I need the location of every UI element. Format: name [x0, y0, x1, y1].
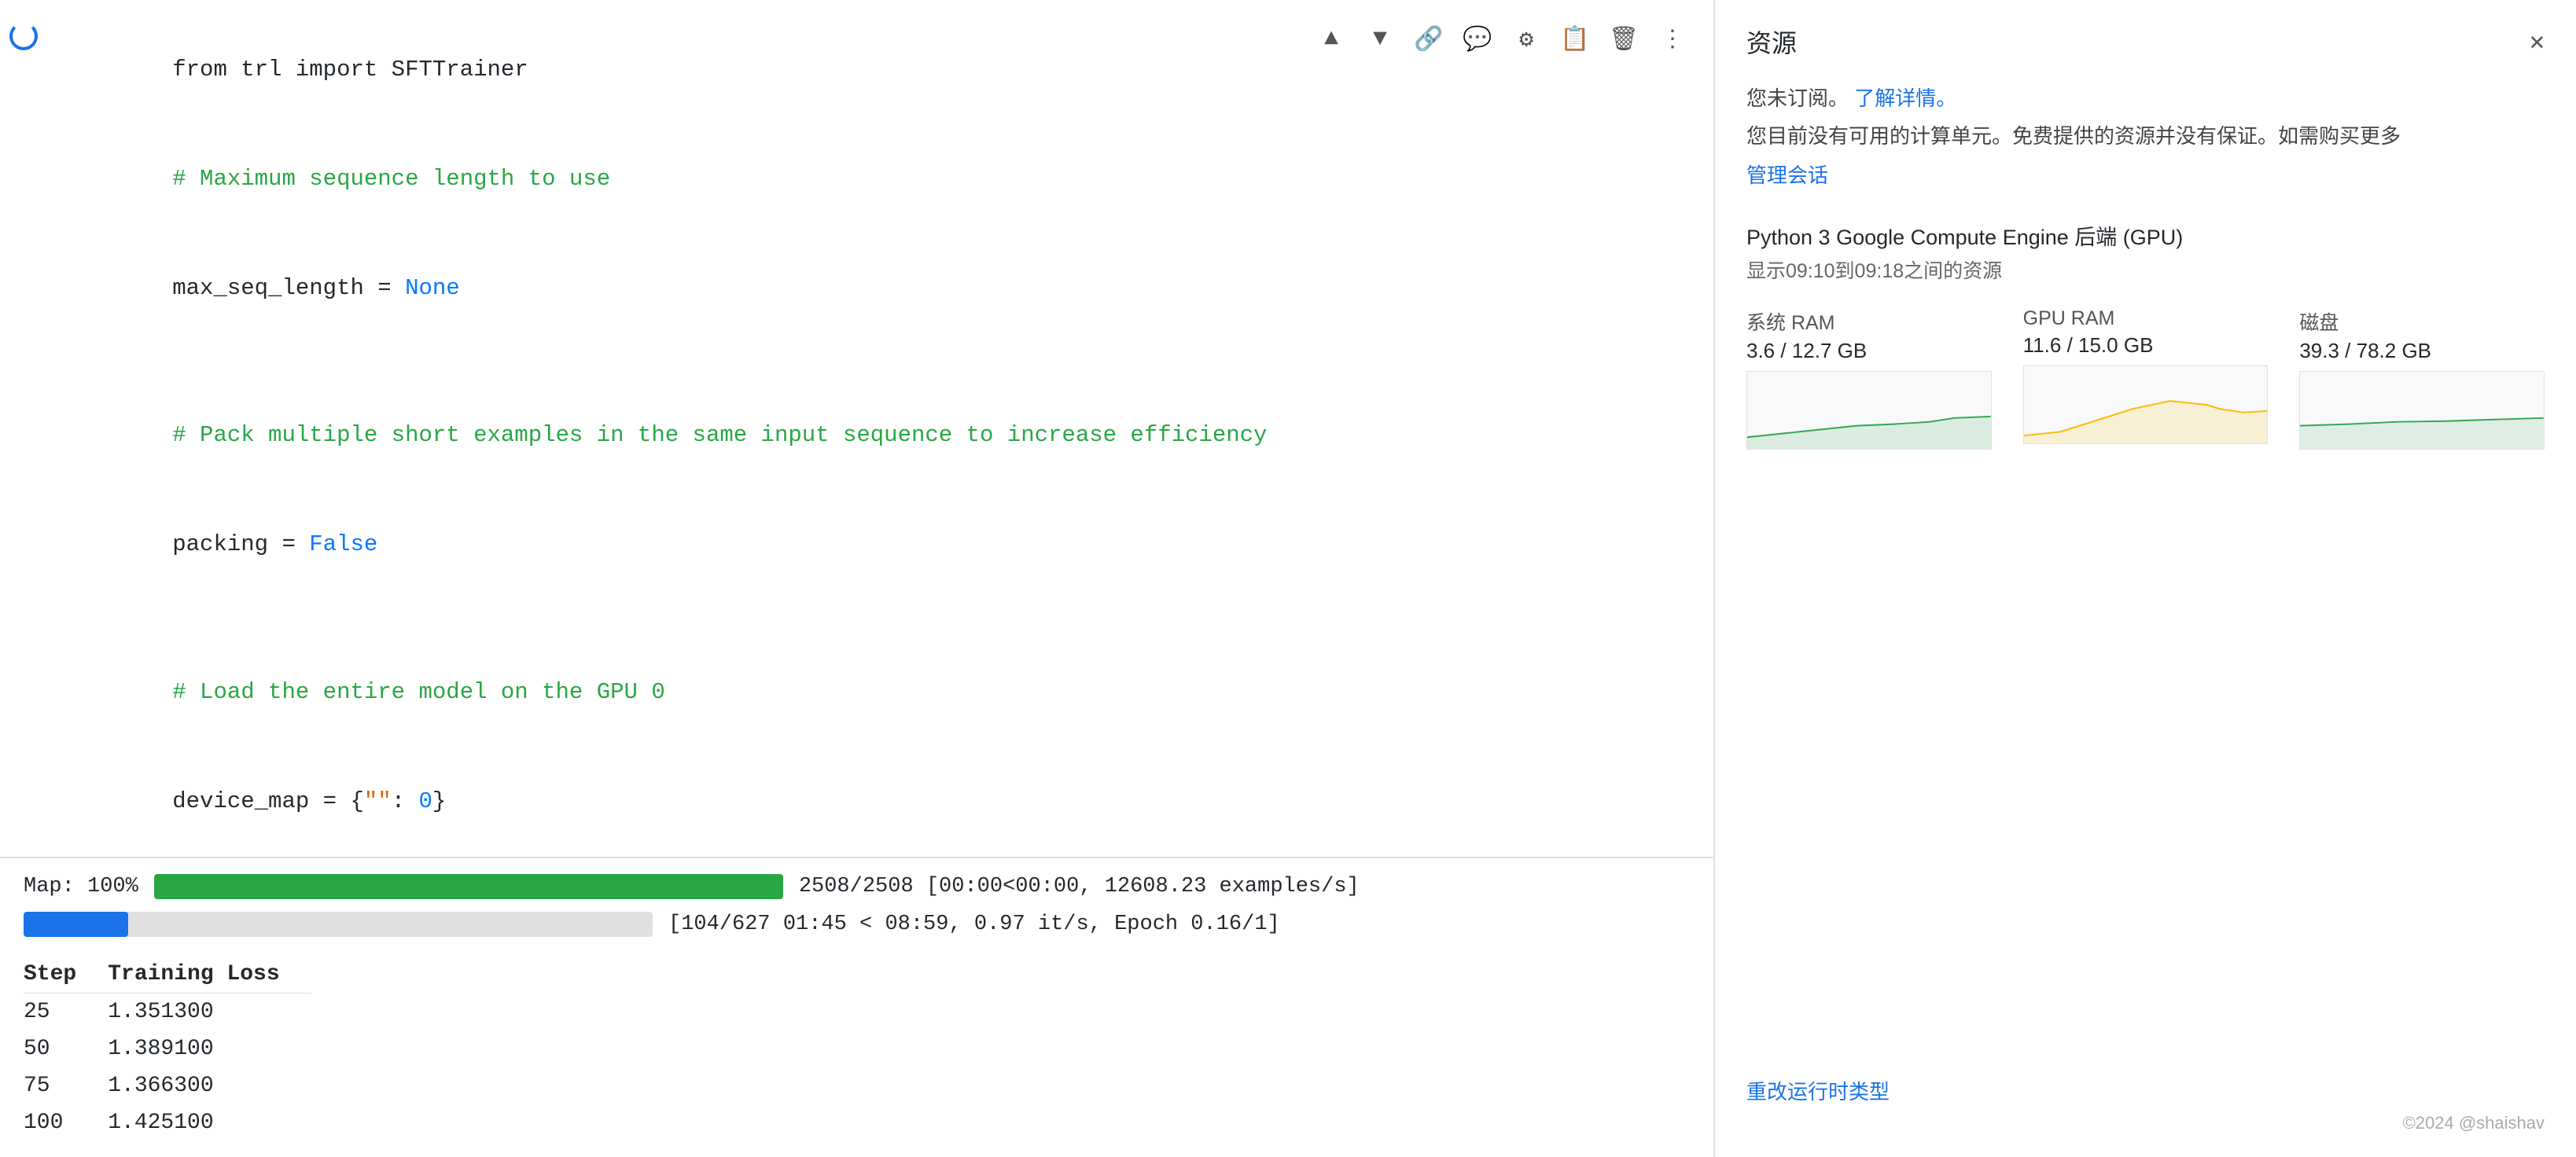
disk-label: 磁盘	[2299, 307, 2545, 336]
code-content: # Pack multiple short examples in the sa…	[47, 383, 1713, 489]
map-progress-row: Map: 100% 2508/2508 [00:00<00:00, 12608.…	[24, 874, 1690, 899]
metrics-row: 系统 RAM 3.6 / 12.7 GB GPU RAM 11.6 / 15.0…	[1746, 307, 2545, 450]
code-content: # Load the entire model on the GPU 0	[47, 640, 1713, 746]
line-gutter-empty	[0, 127, 47, 128]
loss-50: 1.389100	[108, 1030, 311, 1067]
code-line-comment1: # Maximum sequence length to use	[0, 125, 1713, 234]
gpu-ram-chart	[2023, 365, 2269, 444]
train-progress-info: [104/627 01:45 < 08:59, 0.97 it/s, Epoch…	[668, 913, 1280, 936]
code-content: packing = False	[47, 492, 1713, 598]
loss-75: 1.366300	[108, 1067, 311, 1104]
time-range: 显示09:10到09:18之间的资源	[1746, 255, 2545, 284]
train-progress-row: [104/627 01:45 < 08:59, 0.97 it/s, Epoch…	[24, 912, 1690, 937]
watermark: ©2024 @shaishav	[1746, 1105, 2545, 1133]
code-line-comment3: # Load the entire model on the GPU 0	[0, 638, 1713, 747]
close-button[interactable]: ✕	[2530, 26, 2545, 57]
map-progress-fill	[154, 874, 783, 899]
line-gutter-empty	[0, 601, 47, 603]
code-content: device_map = {"": 0}	[47, 749, 1713, 855]
step-25: 25	[24, 994, 108, 1031]
step-100: 100	[24, 1104, 108, 1141]
panel-title: 资源	[1746, 24, 1797, 60]
code-content: # Maximum sequence length to use	[47, 127, 1713, 233]
code-content: max_seq_length = None	[47, 236, 1713, 342]
loss-25: 1.351300	[108, 994, 311, 1031]
settings-button[interactable]: ⚙	[1509, 22, 1544, 57]
map-label: Map: 100%	[24, 875, 138, 898]
system-ram-card: 系统 RAM 3.6 / 12.7 GB	[1746, 307, 1992, 450]
code-line-devicemap: device_map = {"": 0}	[0, 747, 1713, 857]
code-area[interactable]: from trl import SFTTrainer # Maximum seq…	[0, 0, 1713, 857]
resources-panel: 资源 ✕ 您未订阅。 了解详情。 您目前没有可用的计算单元。免费提供的资源并没有…	[1714, 0, 2576, 1157]
execution-spinner	[6, 19, 41, 53]
map-progress-info: 2508/2508 [00:00<00:00, 12608.23 example…	[799, 875, 1360, 898]
comment-button[interactable]: 💬	[1460, 22, 1495, 57]
col-step: Step	[24, 956, 108, 994]
line-gutter-empty	[0, 749, 47, 751]
loss-100: 1.425100	[108, 1104, 311, 1141]
line-gutter-empty	[0, 383, 47, 384]
more-button[interactable]: ⋮	[1655, 22, 1690, 57]
copy-button[interactable]: 📋	[1558, 22, 1592, 57]
code-panel: ▲ ▼ 🔗 💬 ⚙ 📋 🗑 ⋮ from trl import SFTTrain…	[0, 0, 1714, 1157]
move-up-button[interactable]: ▲	[1314, 22, 1349, 57]
backend-label: Python 3 Google Compute Engine 后端 (GPU)	[1746, 220, 2545, 251]
code-line-comment2: # Pack multiple short examples in the sa…	[0, 381, 1713, 490]
move-down-button[interactable]: ▼	[1363, 22, 1397, 57]
code-line-empty2	[0, 600, 1713, 638]
system-ram-label: 系统 RAM	[1746, 307, 1992, 336]
code-content	[47, 344, 1713, 380]
line-gutter-empty	[0, 344, 47, 346]
delete-button[interactable]: 🗑	[1606, 22, 1641, 57]
line-gutter-empty	[0, 640, 47, 641]
gpu-ram-label: GPU RAM	[2023, 307, 2269, 330]
cell-toolbar: ▲ ▼ 🔗 💬 ⚙ 📋 🗑 ⋮	[1314, 22, 1690, 57]
no-compute-text: 您目前没有可用的计算单元。免费提供的资源并没有保证。如需购买更多	[1746, 120, 2545, 153]
system-ram-value: 3.6 / 12.7 GB	[1746, 339, 1992, 363]
line-gutter-empty	[0, 492, 47, 494]
disk-chart	[2299, 371, 2545, 450]
table-row: 25 1.351300	[24, 994, 311, 1031]
gpu-ram-card: GPU RAM 11.6 / 15.0 GB	[2023, 307, 2269, 450]
training-table: Step Training Loss 25 1.351300 50 1.3891…	[24, 956, 311, 1141]
table-row: 75 1.366300	[24, 1067, 311, 1104]
output-area: Map: 100% 2508/2508 [00:00<00:00, 12608.…	[0, 857, 1713, 1157]
learn-more-link[interactable]: 了解详情。	[1854, 86, 1956, 110]
line-gutter	[0, 17, 47, 53]
table-row: 50 1.389100	[24, 1030, 311, 1067]
not-subscribed-text: 您未订阅。	[1746, 86, 1849, 110]
code-content	[47, 601, 1713, 637]
disk-value: 39.3 / 78.2 GB	[2299, 339, 2545, 363]
link-button[interactable]: 🔗	[1411, 22, 1446, 57]
system-ram-chart	[1746, 371, 1992, 450]
code-line-empty1	[0, 343, 1713, 381]
gpu-ram-value: 11.6 / 15.0 GB	[2023, 333, 2269, 358]
code-line-maxseq: max_seq_length = None	[0, 234, 1713, 343]
change-runtime-link[interactable]: 重改运行时类型	[1746, 1076, 2545, 1105]
line-gutter-empty	[0, 236, 47, 237]
table-row: 100 1.425100	[24, 1104, 311, 1141]
step-50: 50	[24, 1030, 108, 1067]
train-progress-fill	[24, 912, 128, 937]
map-progress-bar	[154, 874, 783, 899]
disk-card: 磁盘 39.3 / 78.2 GB	[2299, 307, 2545, 450]
manage-session-link[interactable]: 管理会话	[1746, 160, 2545, 189]
col-loss: Training Loss	[108, 956, 311, 994]
panel-header: 资源 ✕	[1746, 24, 2545, 60]
train-progress-bar	[24, 912, 653, 937]
subscription-notice: 您未订阅。 了解详情。	[1746, 83, 2545, 114]
step-75: 75	[24, 1067, 108, 1104]
code-line-packing: packing = False	[0, 490, 1713, 600]
